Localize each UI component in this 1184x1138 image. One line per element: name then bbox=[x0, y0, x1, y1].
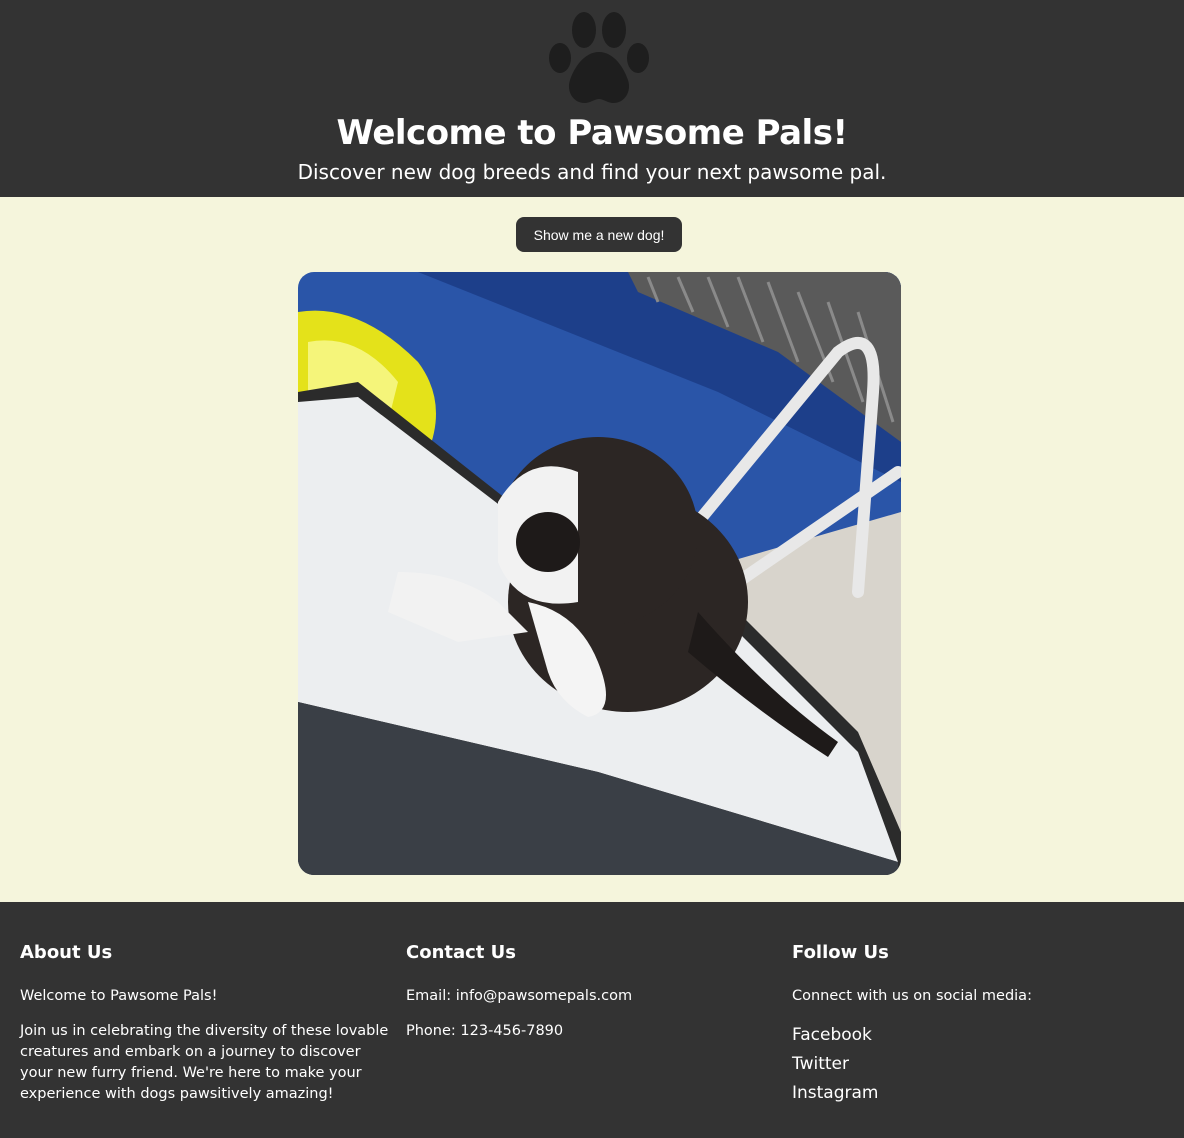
page-subtitle: Discover new dog breeds and find your ne… bbox=[297, 160, 887, 184]
twitter-link[interactable]: Twitter bbox=[792, 1050, 879, 1079]
about-welcome: Welcome to Pawsome Pals! bbox=[20, 988, 218, 1004]
new-dog-button[interactable]: Show me a new dog! bbox=[516, 217, 682, 252]
contact-email: Email: info@pawsomepals.com bbox=[406, 988, 633, 1004]
about-heading: About Us bbox=[20, 942, 113, 963]
site-footer: About Us Welcome to Pawsome Pals! Join u… bbox=[0, 902, 1184, 1138]
instagram-link[interactable]: Instagram bbox=[792, 1079, 879, 1108]
facebook-link[interactable]: Facebook bbox=[792, 1021, 879, 1050]
follow-heading: Follow Us bbox=[792, 942, 889, 963]
dog-photo bbox=[298, 272, 901, 875]
page-title: Welcome to Pawsome Pals! bbox=[336, 113, 848, 153]
main-content: Show me a new dog! bbox=[0, 197, 1184, 902]
follow-intro: Connect with us on social media: bbox=[792, 988, 1032, 1004]
site-header: Welcome to Pawsome Pals! Discover new do… bbox=[0, 0, 1184, 197]
contact-phone: Phone: 123-456-7890 bbox=[406, 1023, 564, 1039]
paw-icon bbox=[549, 12, 649, 104]
contact-heading: Contact Us bbox=[406, 942, 517, 963]
social-links: Facebook Twitter Instagram bbox=[792, 1021, 879, 1108]
about-description: Join us in celebrating the diversity of … bbox=[20, 1023, 389, 1102]
